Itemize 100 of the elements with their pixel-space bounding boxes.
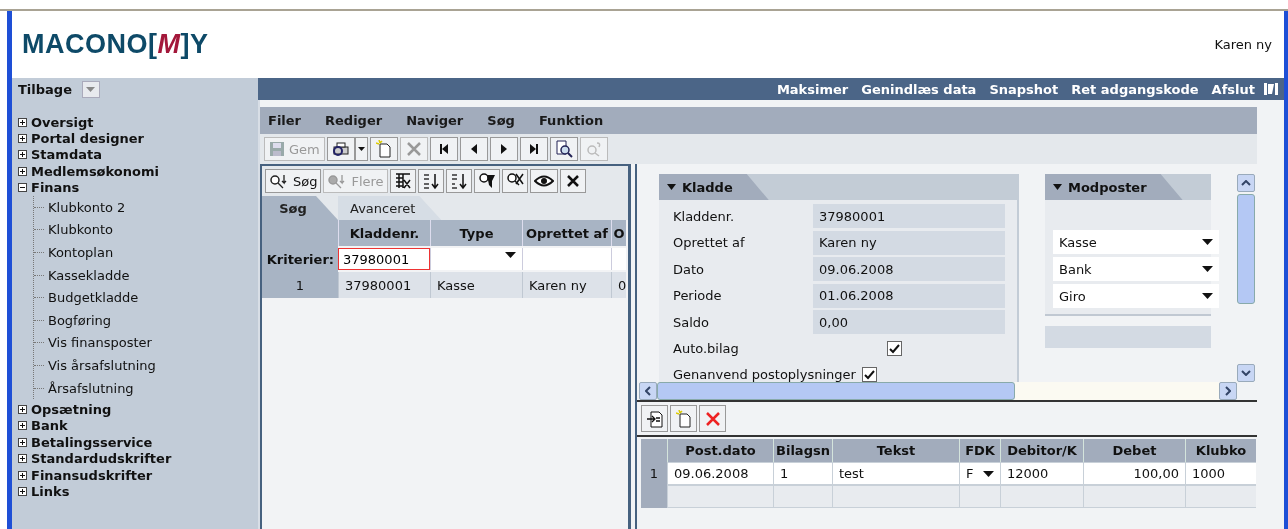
criteria-field[interactable]: 37980001 [338, 248, 430, 270]
table-cell[interactable]: 100,00 [1083, 462, 1185, 485]
column-header[interactable]: Bilagsn [773, 439, 832, 462]
collapse-icon[interactable] [18, 183, 27, 193]
tree-item[interactable]: Årsafslutning [48, 380, 134, 396]
dropdown[interactable]: Kasse [1053, 230, 1219, 254]
scroll-down-button[interactable] [1237, 364, 1255, 382]
checkbox[interactable] [887, 341, 902, 356]
toolbar-button[interactable] [529, 169, 558, 193]
toolbar-button[interactable] [473, 169, 500, 193]
tree-item[interactable]: Klubkonto 2 [48, 199, 126, 215]
scroll-up-button[interactable] [1237, 174, 1255, 192]
column-header[interactable]: Debet [1083, 439, 1185, 462]
toolbar-button[interactable] [429, 137, 458, 161]
horizontal-scrollbar[interactable] [639, 382, 1237, 400]
table-cell[interactable] [959, 485, 1000, 508]
table-cell[interactable] [1000, 485, 1083, 508]
dropdown[interactable]: Giro [1053, 284, 1219, 308]
tab[interactable]: Avanceret [338, 196, 442, 220]
criteria-field[interactable] [522, 248, 611, 270]
tree-item[interactable]: Medlemsøkonomi [18, 163, 258, 180]
expand-icon[interactable] [18, 150, 27, 160]
column-header[interactable]: Klubko [1185, 439, 1256, 462]
top-link[interactable]: Snapshot [989, 81, 1059, 97]
table-cell[interactable]: test [832, 462, 959, 485]
toolbar-button[interactable] [559, 169, 586, 193]
tree-item[interactable]: Kassekladde [48, 267, 130, 283]
expand-icon[interactable] [18, 486, 27, 496]
table-cell[interactable]: 1000 [1185, 462, 1256, 485]
tree-item[interactable]: Finans [18, 179, 258, 196]
menu-item[interactable]: Søg [487, 113, 515, 128]
column-header[interactable]: Oprettet af [522, 220, 611, 246]
expand-icon[interactable] [18, 117, 27, 127]
tree-item[interactable]: Kontoplan [48, 244, 114, 260]
toolbar-button[interactable]: Søg [265, 169, 322, 193]
top-link[interactable]: Ret adgangskode [1071, 81, 1199, 97]
top-link[interactable]: Genindlæs data [861, 81, 977, 97]
toolbar-button[interactable] [489, 137, 518, 161]
column-header[interactable]: O [611, 220, 626, 246]
toolbar-button[interactable] [501, 169, 528, 193]
tree-item[interactable]: Bank [18, 417, 258, 435]
tree-item[interactable]: Opsætning [18, 401, 258, 418]
toolbar-button[interactable] [519, 137, 548, 161]
logo-mark-icon[interactable] [1264, 83, 1278, 95]
table-cell[interactable]: 12000 [1000, 462, 1083, 485]
expand-icon[interactable] [18, 437, 27, 447]
section-header[interactable]: Modposter [1045, 174, 1183, 200]
toolbar-button[interactable] [459, 137, 488, 161]
column-header[interactable]: Post.dato [667, 439, 773, 462]
expand-icon[interactable] [18, 405, 27, 414]
column-header[interactable]: Debitor/K [1000, 439, 1083, 462]
vertical-scrollbar[interactable] [1237, 174, 1255, 382]
tree-item[interactable]: Portal designer [18, 130, 258, 147]
toolbar-button[interactable] [445, 169, 472, 193]
tree-item[interactable]: Standardudskrifter [18, 450, 258, 467]
tab[interactable]: Søg [262, 196, 338, 220]
tree-item[interactable]: Bogføring [48, 312, 112, 328]
scroll-right-button[interactable] [1219, 382, 1237, 400]
dropdown[interactable]: Bank [1053, 257, 1219, 281]
scroll-thumb[interactable] [1237, 194, 1255, 304]
top-link[interactable]: Maksimer [776, 81, 849, 97]
tree-item[interactable]: Vis finansposter [48, 335, 152, 351]
dropdown-cell[interactable]: F [959, 462, 1000, 485]
toolbar-button[interactable] [326, 137, 355, 161]
expand-icon[interactable] [18, 421, 27, 431]
table-cell[interactable] [773, 485, 832, 508]
scroll-left-button[interactable] [639, 382, 657, 400]
table-cell[interactable] [667, 485, 773, 508]
column-header[interactable]: Type [430, 220, 522, 246]
table-cell[interactable] [1185, 485, 1256, 508]
tree-item[interactable]: Klubkonto [48, 222, 113, 238]
toolbar-button[interactable] [389, 169, 416, 193]
menu-item[interactable]: Rediger [325, 113, 383, 128]
criteria-field[interactable] [611, 248, 626, 270]
tree-item[interactable]: Vis årsafslutning [48, 357, 156, 373]
scroll-thumb[interactable] [657, 382, 1015, 400]
section-header[interactable]: Kladde [659, 174, 769, 200]
menu-item[interactable]: Naviger [406, 113, 464, 128]
table-cell[interactable]: 09.06.2008 [667, 462, 773, 485]
toolbar-button[interactable] [417, 169, 444, 193]
tree-item[interactable]: Betalingsservice [18, 434, 258, 451]
expand-icon[interactable] [18, 134, 27, 144]
table-cell[interactable] [1083, 485, 1185, 508]
tree-item[interactable]: Links [18, 483, 258, 500]
toolbar-button[interactable] [549, 137, 578, 161]
table-cell[interactable] [832, 485, 959, 508]
tree-item[interactable]: Oversigt [18, 114, 258, 131]
checkbox[interactable] [861, 367, 877, 382]
column-header[interactable]: Tekst [832, 439, 959, 462]
tree-item[interactable]: Finansudskrifter [18, 466, 258, 484]
expand-icon[interactable] [18, 470, 27, 480]
top-link[interactable]: Afslut [1211, 81, 1255, 97]
expand-icon[interactable] [18, 454, 27, 464]
tree-item[interactable]: Budgetkladde [48, 290, 139, 306]
toolbar-button[interactable] [641, 405, 668, 432]
menu-item[interactable]: Filer [268, 113, 302, 128]
column-header[interactable]: Kladdenr. [338, 220, 430, 246]
menu-item[interactable]: Funktion [538, 113, 604, 128]
tree-item[interactable]: Stamdata [18, 146, 258, 164]
back-button[interactable]: Tilbage [12, 78, 258, 100]
